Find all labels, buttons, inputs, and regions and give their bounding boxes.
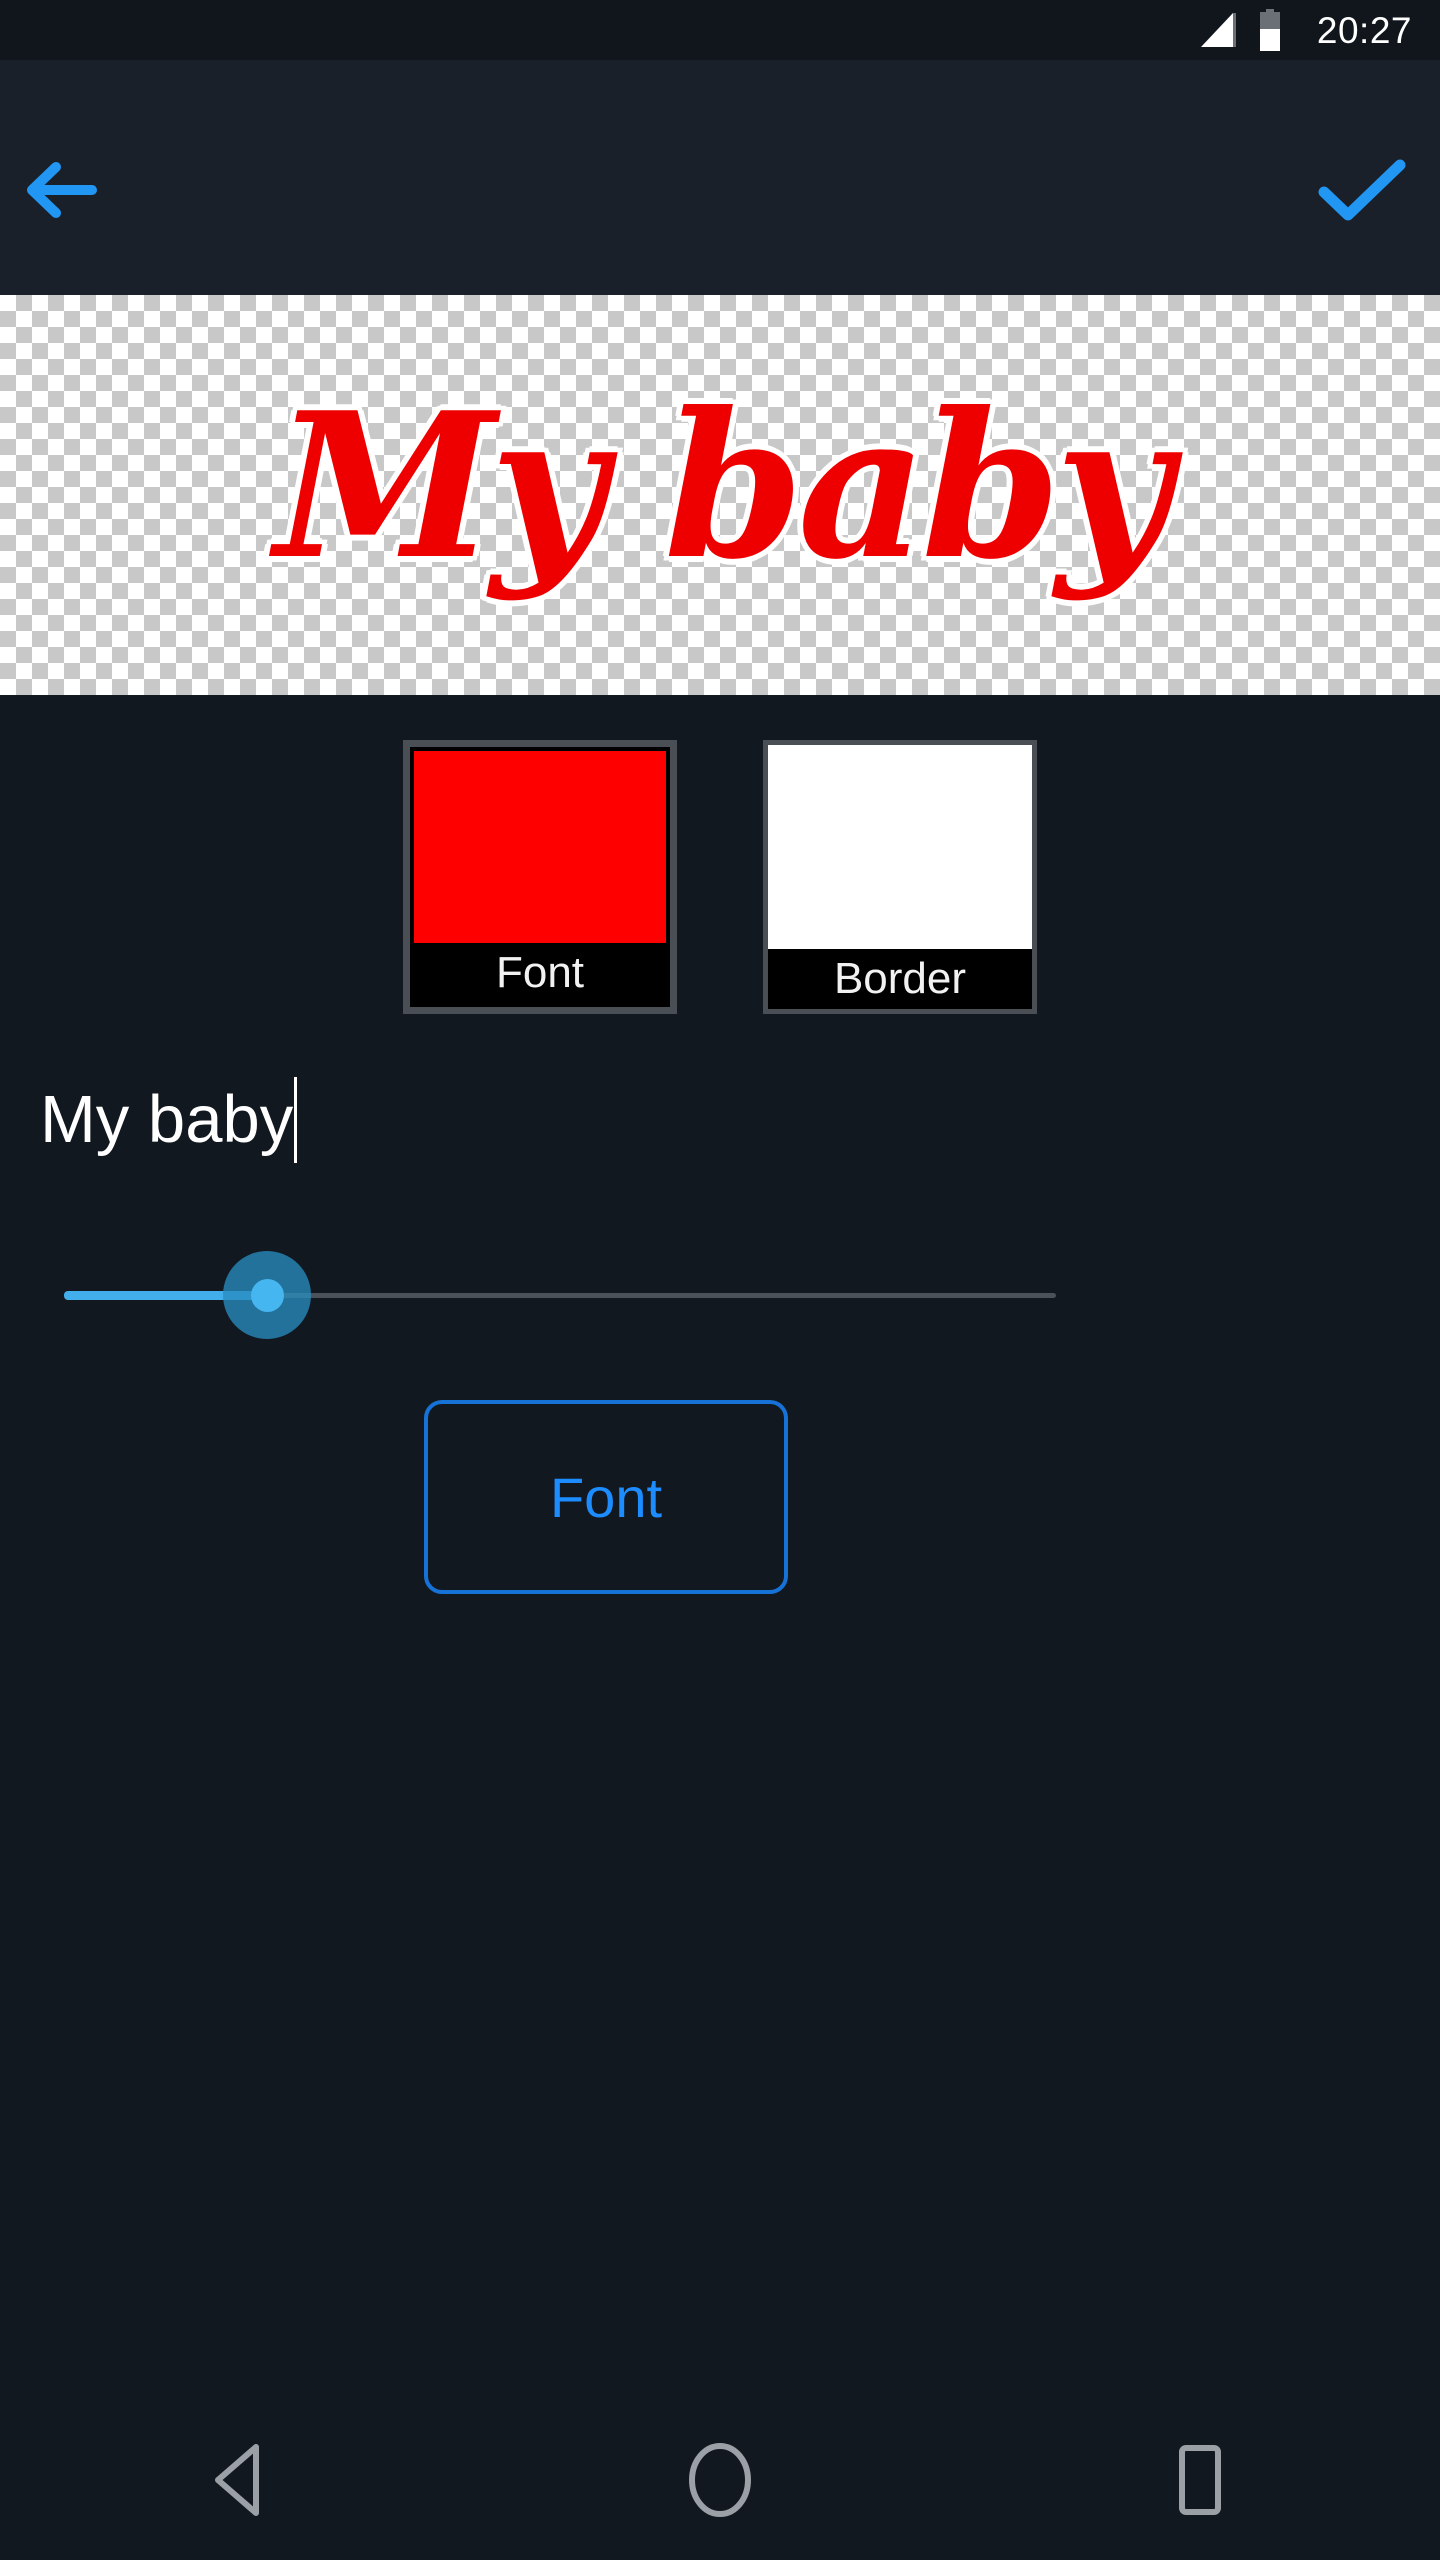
system-navigation-bar bbox=[0, 2400, 1440, 2560]
border-color-swatch[interactable]: Border bbox=[763, 740, 1037, 1014]
text-caret bbox=[294, 1077, 298, 1163]
app-screen: 20:27 My baby Font Border My baby Font bbox=[0, 0, 1440, 2560]
arrow-left-icon bbox=[27, 162, 97, 218]
font-picker-button[interactable]: Font bbox=[424, 1400, 788, 1594]
app-toolbar bbox=[0, 60, 1440, 295]
preview-text: My baby bbox=[0, 382, 1440, 591]
confirm-button[interactable] bbox=[1294, 138, 1430, 242]
nav-recents-square-icon bbox=[1179, 2445, 1221, 2515]
nav-home-button[interactable] bbox=[480, 2400, 960, 2560]
editor-controls-panel: Font Border My baby Font bbox=[0, 695, 1440, 2400]
size-slider[interactable] bbox=[64, 1225, 1056, 1365]
battery-icon bbox=[1259, 9, 1280, 51]
text-preview-canvas[interactable]: My baby bbox=[0, 295, 1440, 695]
status-bar: 20:27 bbox=[0, 0, 1440, 60]
color-swatch-row: Font Border bbox=[0, 740, 1440, 1014]
signal-bars-icon bbox=[1200, 13, 1236, 47]
font-color-preview bbox=[414, 751, 666, 943]
font-color-swatch[interactable]: Font bbox=[403, 740, 677, 1014]
size-slider-row bbox=[0, 1225, 1440, 1365]
slider-thumb[interactable] bbox=[250, 1278, 284, 1312]
border-color-preview bbox=[768, 745, 1032, 949]
text-input-value: My baby bbox=[40, 1082, 294, 1158]
nav-recents-button[interactable] bbox=[960, 2400, 1440, 2560]
nav-back-triangle-icon bbox=[215, 2444, 259, 2516]
nav-home-circle-icon bbox=[689, 2443, 751, 2517]
back-button[interactable] bbox=[10, 138, 114, 242]
font-color-label: Font bbox=[414, 943, 666, 1003]
check-icon bbox=[1318, 159, 1406, 221]
text-input[interactable]: My baby bbox=[40, 1060, 298, 1180]
border-color-label: Border bbox=[768, 949, 1032, 1009]
preview-text-value: My baby bbox=[270, 369, 1176, 604]
nav-back-button[interactable] bbox=[0, 2400, 480, 2560]
text-input-row: My baby bbox=[0, 1060, 1440, 1180]
status-bar-icons: 20:27 bbox=[1195, 9, 1412, 51]
status-bar-clock: 20:27 bbox=[1316, 9, 1412, 51]
